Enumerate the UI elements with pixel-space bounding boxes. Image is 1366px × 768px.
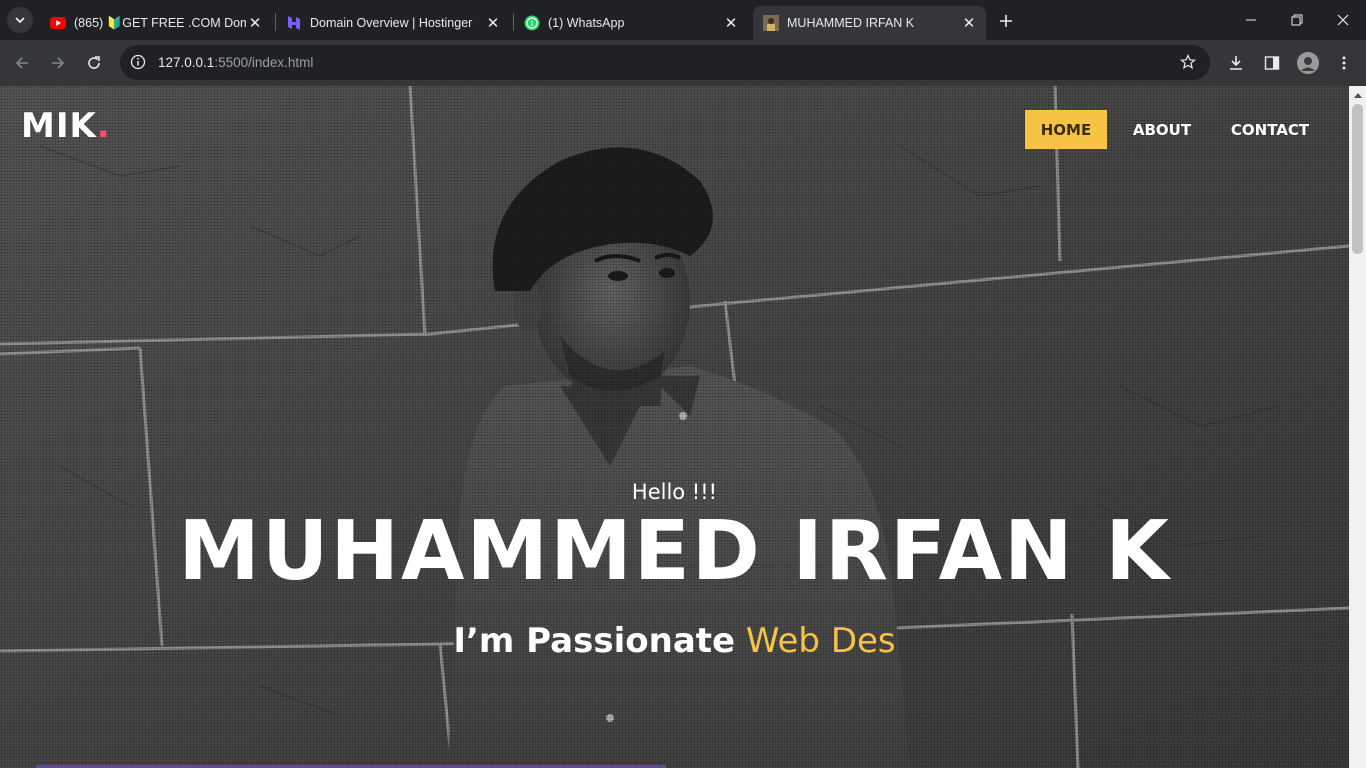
address-bar[interactable]: 127.0.0.1:5500/index.html xyxy=(120,45,1210,80)
hero-name: MUHAMMED IRFAN K xyxy=(178,504,1171,599)
site-logo[interactable]: MIK. xyxy=(21,106,111,146)
page-viewport: MIK. HOME ABOUT CONTACT Hello !!! MUHAMM… xyxy=(0,86,1366,768)
browser-toolbar: 127.0.0.1:5500/index.html xyxy=(0,40,1366,86)
reload-icon xyxy=(88,56,100,69)
nav-contact[interactable]: CONTACT xyxy=(1220,110,1320,149)
close-icon[interactable]: ✕ xyxy=(722,14,740,32)
plus-icon xyxy=(1000,15,1012,27)
tab-title: (865) 🔰GET FREE .COM Domain xyxy=(74,15,246,30)
new-tab-button[interactable] xyxy=(994,9,1018,33)
url-text[interactable]: 127.0.0.1:5500/index.html xyxy=(158,55,313,70)
scrollbar-thumb[interactable] xyxy=(1352,104,1363,254)
tab-title: MUHAMMED IRFAN K xyxy=(787,16,915,30)
site-photo-icon xyxy=(763,15,779,31)
svg-text:1: 1 xyxy=(530,20,534,28)
close-icon[interactable]: ✕ xyxy=(246,14,264,32)
side-panel-icon xyxy=(1264,56,1280,70)
side-panel-button[interactable] xyxy=(1258,49,1286,77)
restore-icon xyxy=(1291,14,1303,26)
close-icon[interactable]: ✕ xyxy=(484,14,502,32)
nav-home[interactable]: HOME xyxy=(1025,110,1107,149)
back-arrow-icon xyxy=(15,57,28,69)
nav-about[interactable]: ABOUT xyxy=(1120,110,1204,149)
back-button[interactable] xyxy=(8,49,36,77)
minimize-icon xyxy=(1246,19,1256,21)
tab-youtube[interactable]: (865) 🔰GET FREE .COM Domain ✕ xyxy=(40,6,272,40)
restore-button[interactable] xyxy=(1274,0,1320,40)
url-path: :5500/index.html xyxy=(214,55,314,70)
close-icon[interactable]: ✕ xyxy=(960,14,978,32)
more-vertical-icon xyxy=(1342,56,1346,70)
whatsapp-icon: 1 xyxy=(524,15,540,31)
tab-whatsapp[interactable]: 1 (1) WhatsApp ✕ xyxy=(514,6,748,40)
url-host: 127.0.0.1 xyxy=(158,55,215,70)
scroll-up-arrow-icon[interactable] xyxy=(1349,86,1366,103)
typed-text: Web Des xyxy=(745,621,896,661)
logo-dot: . xyxy=(96,106,111,146)
hero-tagline: I’m Passionate Web Des xyxy=(0,621,1349,661)
browser-menu-button[interactable] xyxy=(1330,49,1358,77)
forward-button[interactable] xyxy=(44,49,72,77)
chevron-down-icon xyxy=(15,17,25,24)
tab-strip: (865) 🔰GET FREE .COM Domain ✕ Domain Ove… xyxy=(0,0,1366,40)
bookmark-star-icon[interactable] xyxy=(1178,52,1198,72)
tab-title: (1) WhatsApp xyxy=(548,16,625,30)
reload-button[interactable] xyxy=(80,49,108,77)
close-icon xyxy=(1337,14,1349,26)
download-icon xyxy=(1230,56,1242,70)
tab-muhammed-irfan-k[interactable]: MUHAMMED IRFAN K ✕ xyxy=(753,6,986,40)
tab-title: Domain Overview | Hostinger xyxy=(310,16,473,30)
site-info-icon[interactable] xyxy=(128,52,148,72)
avatar-icon xyxy=(1297,52,1319,74)
page-scrollbar[interactable] xyxy=(1349,86,1366,768)
minimize-button[interactable] xyxy=(1228,0,1274,40)
hero-greeting: Hello !!! xyxy=(631,480,718,504)
hero-section: MIK. HOME ABOUT CONTACT Hello !!! MUHAMM… xyxy=(0,86,1349,768)
close-window-button[interactable] xyxy=(1320,0,1366,40)
dot-pattern-overlay xyxy=(0,86,1349,768)
forward-arrow-icon xyxy=(52,57,65,69)
tab-hostinger[interactable]: Domain Overview | Hostinger ✕ xyxy=(276,6,510,40)
downloads-button[interactable] xyxy=(1222,49,1250,77)
tagline-lead: I’m Passionate xyxy=(453,621,736,661)
profile-avatar[interactable] xyxy=(1297,52,1319,74)
hostinger-icon xyxy=(286,15,302,31)
logo-text: MIK xyxy=(21,106,97,146)
tab-search-button[interactable] xyxy=(7,7,33,33)
youtube-icon xyxy=(50,15,66,31)
